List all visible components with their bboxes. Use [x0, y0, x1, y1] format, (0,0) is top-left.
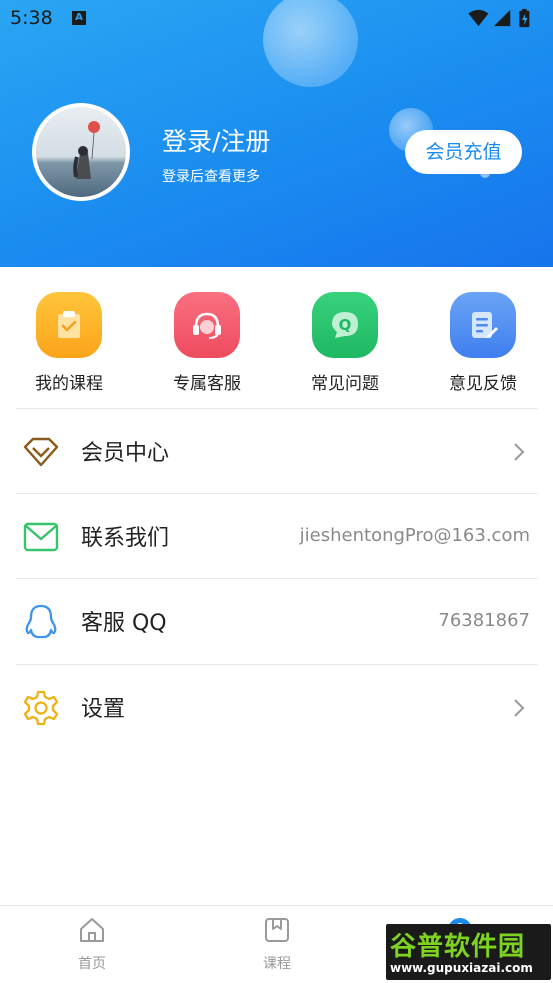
quick-action-label: 常见问题	[311, 374, 379, 394]
service-qq-number: 76381867	[438, 610, 530, 631]
wifi-icon	[468, 9, 489, 27]
list-item-settings[interactable]: 设置	[16, 665, 538, 750]
q-chat-icon: Q	[312, 292, 378, 358]
chevron-right-icon	[514, 443, 525, 461]
list-item-label: 会员中心	[81, 441, 170, 466]
quick-actions: 我的课程 专属客服 Q 常见问题 意见反馈	[0, 267, 553, 408]
nav-label: 课程	[263, 956, 291, 972]
nav-tab-home[interactable]: 首页	[42, 916, 142, 973]
watermark-logo: 谷普软件园 www.gupuxiazai.com	[386, 924, 551, 980]
svg-text:Q: Q	[339, 316, 352, 334]
document-edit-icon	[450, 292, 516, 358]
vip-recharge-button[interactable]: 会员充值	[405, 130, 522, 174]
watermark-url: www.gupuxiazai.com	[390, 961, 533, 975]
list-item-label: 设置	[81, 697, 126, 722]
home-icon	[80, 918, 104, 942]
headset-icon	[174, 292, 240, 358]
mail-icon	[23, 522, 59, 552]
gear-icon	[23, 690, 59, 726]
contact-email: jieshentongPro@163.com	[299, 525, 530, 546]
signal-icon	[493, 9, 511, 27]
quick-action-label: 专属客服	[173, 374, 241, 394]
list-item-contact-us[interactable]: 联系我们 jieshentongPro@163.com	[16, 494, 538, 579]
avatar-image	[36, 107, 126, 197]
watermark-text: 谷普软件园	[390, 932, 526, 962]
nav-tab-courses[interactable]: 课程	[227, 916, 327, 973]
chevron-right-icon	[514, 699, 525, 717]
notification-a-icon: A	[72, 11, 86, 25]
login-register-link[interactable]: 登录/注册	[162, 122, 270, 158]
status-icons	[468, 8, 530, 28]
quick-action-label: 意见反馈	[449, 374, 517, 394]
profile-page: 5:38 A 登录/注册 登录后查看更多 会员充值 我的课程 专属客服 Q 常见…	[0, 0, 553, 983]
list-item-label: 联系我们	[81, 526, 170, 551]
nav-label: 首页	[78, 956, 106, 972]
status-time: 5:38	[10, 7, 53, 29]
login-hint: 登录后查看更多	[162, 169, 260, 185]
diamond-icon	[23, 437, 59, 467]
quick-action-customer-service[interactable]: 专属客服	[152, 292, 262, 394]
quick-action-faq[interactable]: Q 常见问题	[290, 292, 400, 394]
quick-action-label: 我的课程	[35, 374, 103, 394]
list-item-service-qq[interactable]: 客服 QQ 76381867	[16, 579, 538, 664]
profile-header: 5:38 A 登录/注册 登录后查看更多 会员充值	[0, 0, 553, 267]
list-item-vip-center[interactable]: 会员中心	[16, 409, 538, 494]
qq-penguin-icon	[25, 604, 57, 639]
bookmark-book-icon	[265, 918, 289, 942]
quick-action-feedback[interactable]: 意见反馈	[428, 292, 538, 394]
battery-icon	[519, 8, 530, 28]
list-item-label: 客服 QQ	[81, 611, 167, 636]
clipboard-check-icon	[36, 292, 102, 358]
quick-action-my-courses[interactable]: 我的课程	[14, 292, 124, 394]
avatar[interactable]	[32, 103, 130, 201]
status-bar: 5:38 A	[0, 0, 553, 38]
